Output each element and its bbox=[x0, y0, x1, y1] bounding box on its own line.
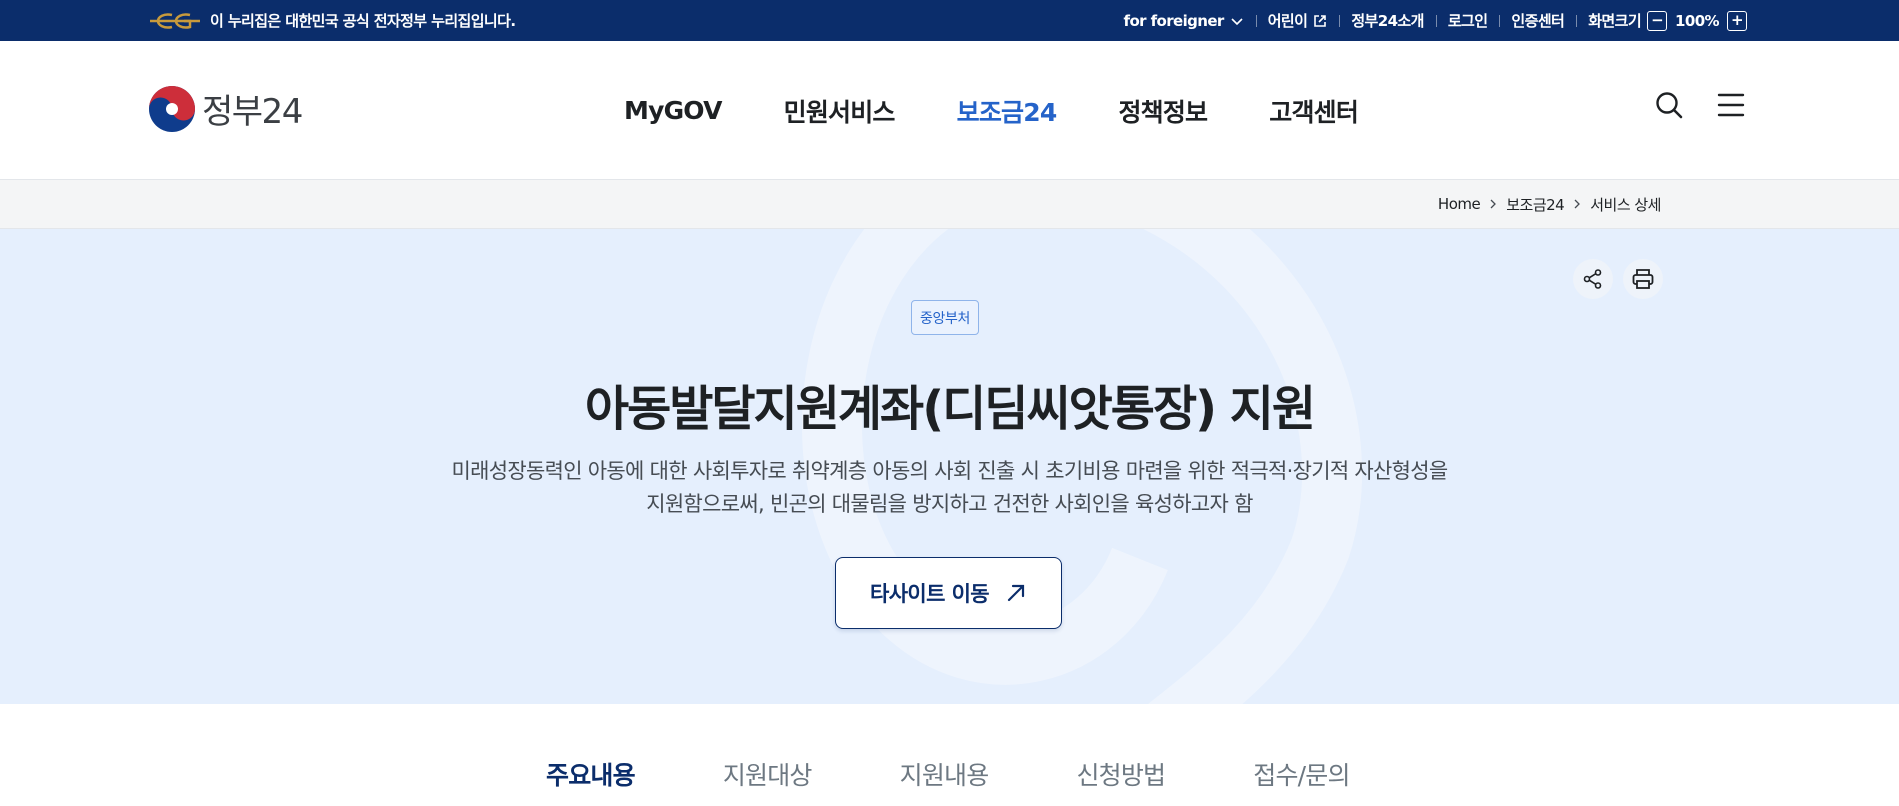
zoom-out-button[interactable]: − bbox=[1647, 10, 1668, 31]
hero-actions bbox=[1573, 259, 1663, 299]
nav-item-mygov[interactable]: MyGOV bbox=[624, 96, 722, 125]
for-foreigner-dropdown[interactable]: for foreigner bbox=[1112, 12, 1256, 30]
chevron-down-icon bbox=[1231, 17, 1243, 25]
chevron-right-icon bbox=[1490, 199, 1497, 209]
site-header: 정부24 MyGOV 민원서비스 보조금24 정책정보 고객센터 bbox=[0, 41, 1899, 180]
main-navigation: MyGOV 민원서비스 보조금24 정책정보 고객센터 bbox=[624, 41, 1359, 180]
service-description: 미래성장동력인 아동에 대한 사회투자로 취약계층 아동의 사회 진출 시 초기… bbox=[380, 455, 1519, 521]
breadcrumb-subsidy24[interactable]: 보조금24 bbox=[1506, 194, 1565, 215]
nav-item-customer-center[interactable]: 고객센터 bbox=[1269, 93, 1359, 129]
search-button[interactable] bbox=[1653, 89, 1685, 121]
service-description-line-1: 미래성장동력인 아동에 대한 사회투자로 취약계층 아동의 사회 진출 시 초기… bbox=[451, 459, 1448, 483]
print-button[interactable] bbox=[1623, 259, 1663, 299]
detail-tabs: 주요내용 지원대상 지원내용 신청방법 접수/문의 bbox=[0, 704, 1899, 806]
share-icon bbox=[1583, 269, 1602, 289]
gov24-logo[interactable]: 정부24 bbox=[148, 84, 303, 133]
menu-button[interactable] bbox=[1715, 89, 1747, 121]
service-description-line-2: 지원함으로써, 빈곤의 대물림을 방지하고 건전한 사회인을 육성하고자 함 bbox=[646, 492, 1253, 516]
service-title: 아동발달지원계좌(디딤씨앗통장) 지원 bbox=[584, 381, 1316, 437]
search-icon bbox=[1656, 92, 1683, 119]
zoom-value: 100% bbox=[1675, 11, 1720, 30]
service-hero: 중앙부처 아동발달지원계좌(디딤씨앗통장) 지원 미래성장동력인 아동에 대한 … bbox=[0, 229, 1899, 704]
tab-contact[interactable]: 접수/문의 bbox=[1253, 756, 1350, 792]
egov-logo-icon bbox=[150, 12, 200, 29]
zoom-control: 화면크기 − 100% + bbox=[1576, 10, 1747, 31]
nav-item-subsidy24[interactable]: 보조금24 bbox=[957, 93, 1058, 129]
arrow-up-right-icon bbox=[1007, 584, 1025, 602]
breadcrumb-current: 서비스 상세 bbox=[1590, 195, 1661, 214]
taegeuk-logo-icon bbox=[149, 85, 195, 132]
org-type-badge: 중앙부처 bbox=[911, 300, 979, 335]
breadcrumb-bar: Home 보조금24 서비스 상세 bbox=[0, 180, 1899, 229]
share-button[interactable] bbox=[1573, 259, 1613, 299]
kids-link[interactable]: 어린이 bbox=[1255, 10, 1340, 31]
for-foreigner-label: for foreigner bbox=[1123, 11, 1225, 30]
tab-how-to-apply[interactable]: 신청방법 bbox=[1076, 756, 1166, 792]
external-site-button[interactable]: 타사이트 이동 bbox=[835, 557, 1062, 629]
external-link-icon bbox=[1314, 14, 1327, 27]
logo-text: 정부24 bbox=[202, 92, 303, 132]
cert-center-link[interactable]: 인증센터 bbox=[1499, 10, 1576, 31]
zoom-label: 화면크기 bbox=[1588, 12, 1642, 30]
nav-item-civil-service[interactable]: 민원서비스 bbox=[784, 93, 896, 129]
header-tools bbox=[1653, 89, 1747, 121]
hamburger-menu-icon bbox=[1717, 93, 1745, 117]
nav-item-policy-info[interactable]: 정책정보 bbox=[1118, 93, 1208, 129]
top-utility-bar: 이 누리집은 대한민국 공식 전자정부 누리집입니다. for foreigne… bbox=[0, 0, 1899, 41]
cert-center-label: 인증센터 bbox=[1511, 12, 1565, 30]
gov-notice-text: 이 누리집은 대한민국 공식 전자정부 누리집입니다. bbox=[210, 12, 516, 30]
chevron-right-icon bbox=[1574, 199, 1581, 209]
login-label: 로그인 bbox=[1447, 12, 1488, 30]
tab-list: 주요내용 지원대상 지원내용 신청방법 접수/문의 bbox=[546, 756, 1350, 792]
tab-eligibility[interactable]: 지원대상 bbox=[723, 756, 813, 792]
utility-links: for foreigner 어린이 정부24소개 로그인 인증센터 화면크기 −… bbox=[1112, 10, 1747, 31]
login-link[interactable]: 로그인 bbox=[1435, 10, 1500, 31]
tab-support-details[interactable]: 지원내용 bbox=[900, 756, 990, 792]
zoom-in-button[interactable]: + bbox=[1727, 10, 1747, 31]
top-utility-inner: 이 누리집은 대한민국 공식 전자정부 누리집입니다. for foreigne… bbox=[148, 0, 1747, 41]
external-site-button-label: 타사이트 이동 bbox=[869, 582, 990, 606]
kids-link-label: 어린이 bbox=[1267, 12, 1308, 30]
tab-main-content[interactable]: 주요내용 bbox=[546, 756, 636, 792]
breadcrumb: Home 보조금24 서비스 상세 bbox=[1438, 180, 1662, 228]
about-gov24-link[interactable]: 정부24소개 bbox=[1339, 10, 1435, 31]
gov-official-notice: 이 누리집은 대한민국 공식 전자정부 누리집입니다. bbox=[148, 10, 516, 31]
about-gov24-label: 정부24소개 bbox=[1351, 12, 1424, 30]
breadcrumb-home[interactable]: Home bbox=[1438, 195, 1481, 213]
printer-icon bbox=[1632, 269, 1654, 289]
